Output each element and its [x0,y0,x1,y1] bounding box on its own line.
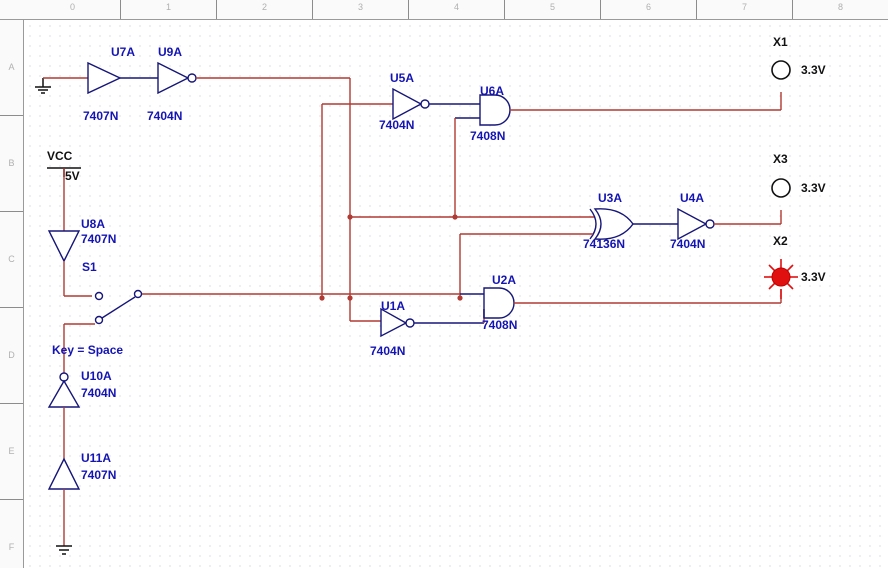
ruler-top-tick: 1 [165,2,171,12]
component-part-U8A[interactable]: 7407N [81,232,116,246]
vertical-ruler[interactable]: A B C D E F [0,20,24,568]
component-part-U9A[interactable]: 7404N [147,109,182,123]
gate-U5A [392,87,430,121]
horizontal-ruler[interactable]: 0 1 2 3 4 5 6 7 8 [0,0,888,20]
probe-X1-circle [771,60,791,80]
ruler-top-tick: 0 [69,2,75,12]
ruler-top-tick: 3 [357,2,363,12]
source-value-vcc[interactable]: 5V [65,169,80,183]
ruler-top-tick: 5 [549,2,555,12]
ground-symbol-bottom [56,545,72,555]
ruler-top-tick: 6 [645,2,651,12]
gate-U7A [87,61,122,95]
probe-label-X2[interactable]: X2 [773,234,788,248]
schematic-canvas[interactable]: .w{stroke:#b03a34;stroke-width:1.4;fill:… [25,21,888,568]
ruler-top-tick: 8 [837,2,843,12]
component-part-U11A[interactable]: 7407N [81,468,116,482]
ruler-top-tick: 2 [261,2,267,12]
component-part-U2A[interactable]: 7408N [482,318,517,332]
switch-terminal-top-left [94,291,104,301]
component-ref-U9A[interactable]: U9A [158,45,182,59]
component-part-U6A[interactable]: 7408N [470,129,505,143]
probe-label-X3[interactable]: X3 [773,152,788,166]
ground-symbol-top [35,78,51,94]
component-part-U10A[interactable]: 7404N [81,386,116,400]
component-ref-U8A[interactable]: U8A [81,217,105,231]
gate-U3A [589,208,634,240]
component-ref-U6A[interactable]: U6A [480,84,504,98]
component-part-U1A[interactable]: 7404N [370,344,405,358]
component-ref-U5A[interactable]: U5A [390,71,414,85]
gate-U1A [380,307,415,338]
junction-dot [347,214,353,220]
switch-ref-S1[interactable]: S1 [82,260,97,274]
probe-label-X1[interactable]: X1 [773,35,788,49]
ruler-left-tick: B [8,158,15,168]
switch-blade [101,296,136,319]
gate-U10A [47,372,81,408]
junction-dot [457,295,463,301]
component-part-U4A[interactable]: 7404N [670,237,705,251]
probe-voltage-X2: 3.3V [801,270,826,284]
gate-U2A [483,287,515,319]
ruler-left-tick: D [8,350,15,360]
ruler-left-tick: A [8,62,15,72]
ruler-top-tick: 7 [741,2,747,12]
component-ref-U7A[interactable]: U7A [111,45,135,59]
switch-key-label[interactable]: Key = Space [52,343,123,357]
component-ref-U4A[interactable]: U4A [680,191,704,205]
component-part-U7A[interactable]: 7407N [83,109,118,123]
switch-terminal-top-right [133,289,143,299]
component-ref-U1A[interactable]: U1A [381,299,405,313]
probe-X3-circle [771,178,791,198]
component-part-U3A[interactable]: 74136N [583,237,625,251]
ruler-left-tick: E [8,446,15,456]
probe-X2-lit [764,259,798,299]
schematic-editor-window: 0 1 2 3 4 5 6 7 8 A B C D E F .w{stroke:… [0,0,888,568]
ruler-left-tick: F [8,542,15,552]
ruler-top-tick: 4 [453,2,459,12]
gate-U11A [47,457,81,490]
gate-U6A [479,94,511,126]
component-ref-U11A[interactable]: U11A [81,451,111,465]
component-ref-U10A[interactable]: U10A [81,369,112,383]
component-ref-U3A[interactable]: U3A [598,191,622,205]
switch-S1 [94,289,143,325]
switch-terminal-bottom [94,315,104,325]
ruler-left-tick: C [8,254,15,264]
probe-voltage-X1: 3.3V [801,63,826,77]
gate-U4A [677,207,715,241]
probe-voltage-X3: 3.3V [801,181,826,195]
component-ref-U2A[interactable]: U2A [492,273,516,287]
component-part-U5A[interactable]: 7404N [379,118,414,132]
source-name-vcc[interactable]: VCC [47,149,72,163]
junction-dot [319,295,325,301]
gate-U8A [47,230,81,263]
gate-U9A [157,61,197,95]
